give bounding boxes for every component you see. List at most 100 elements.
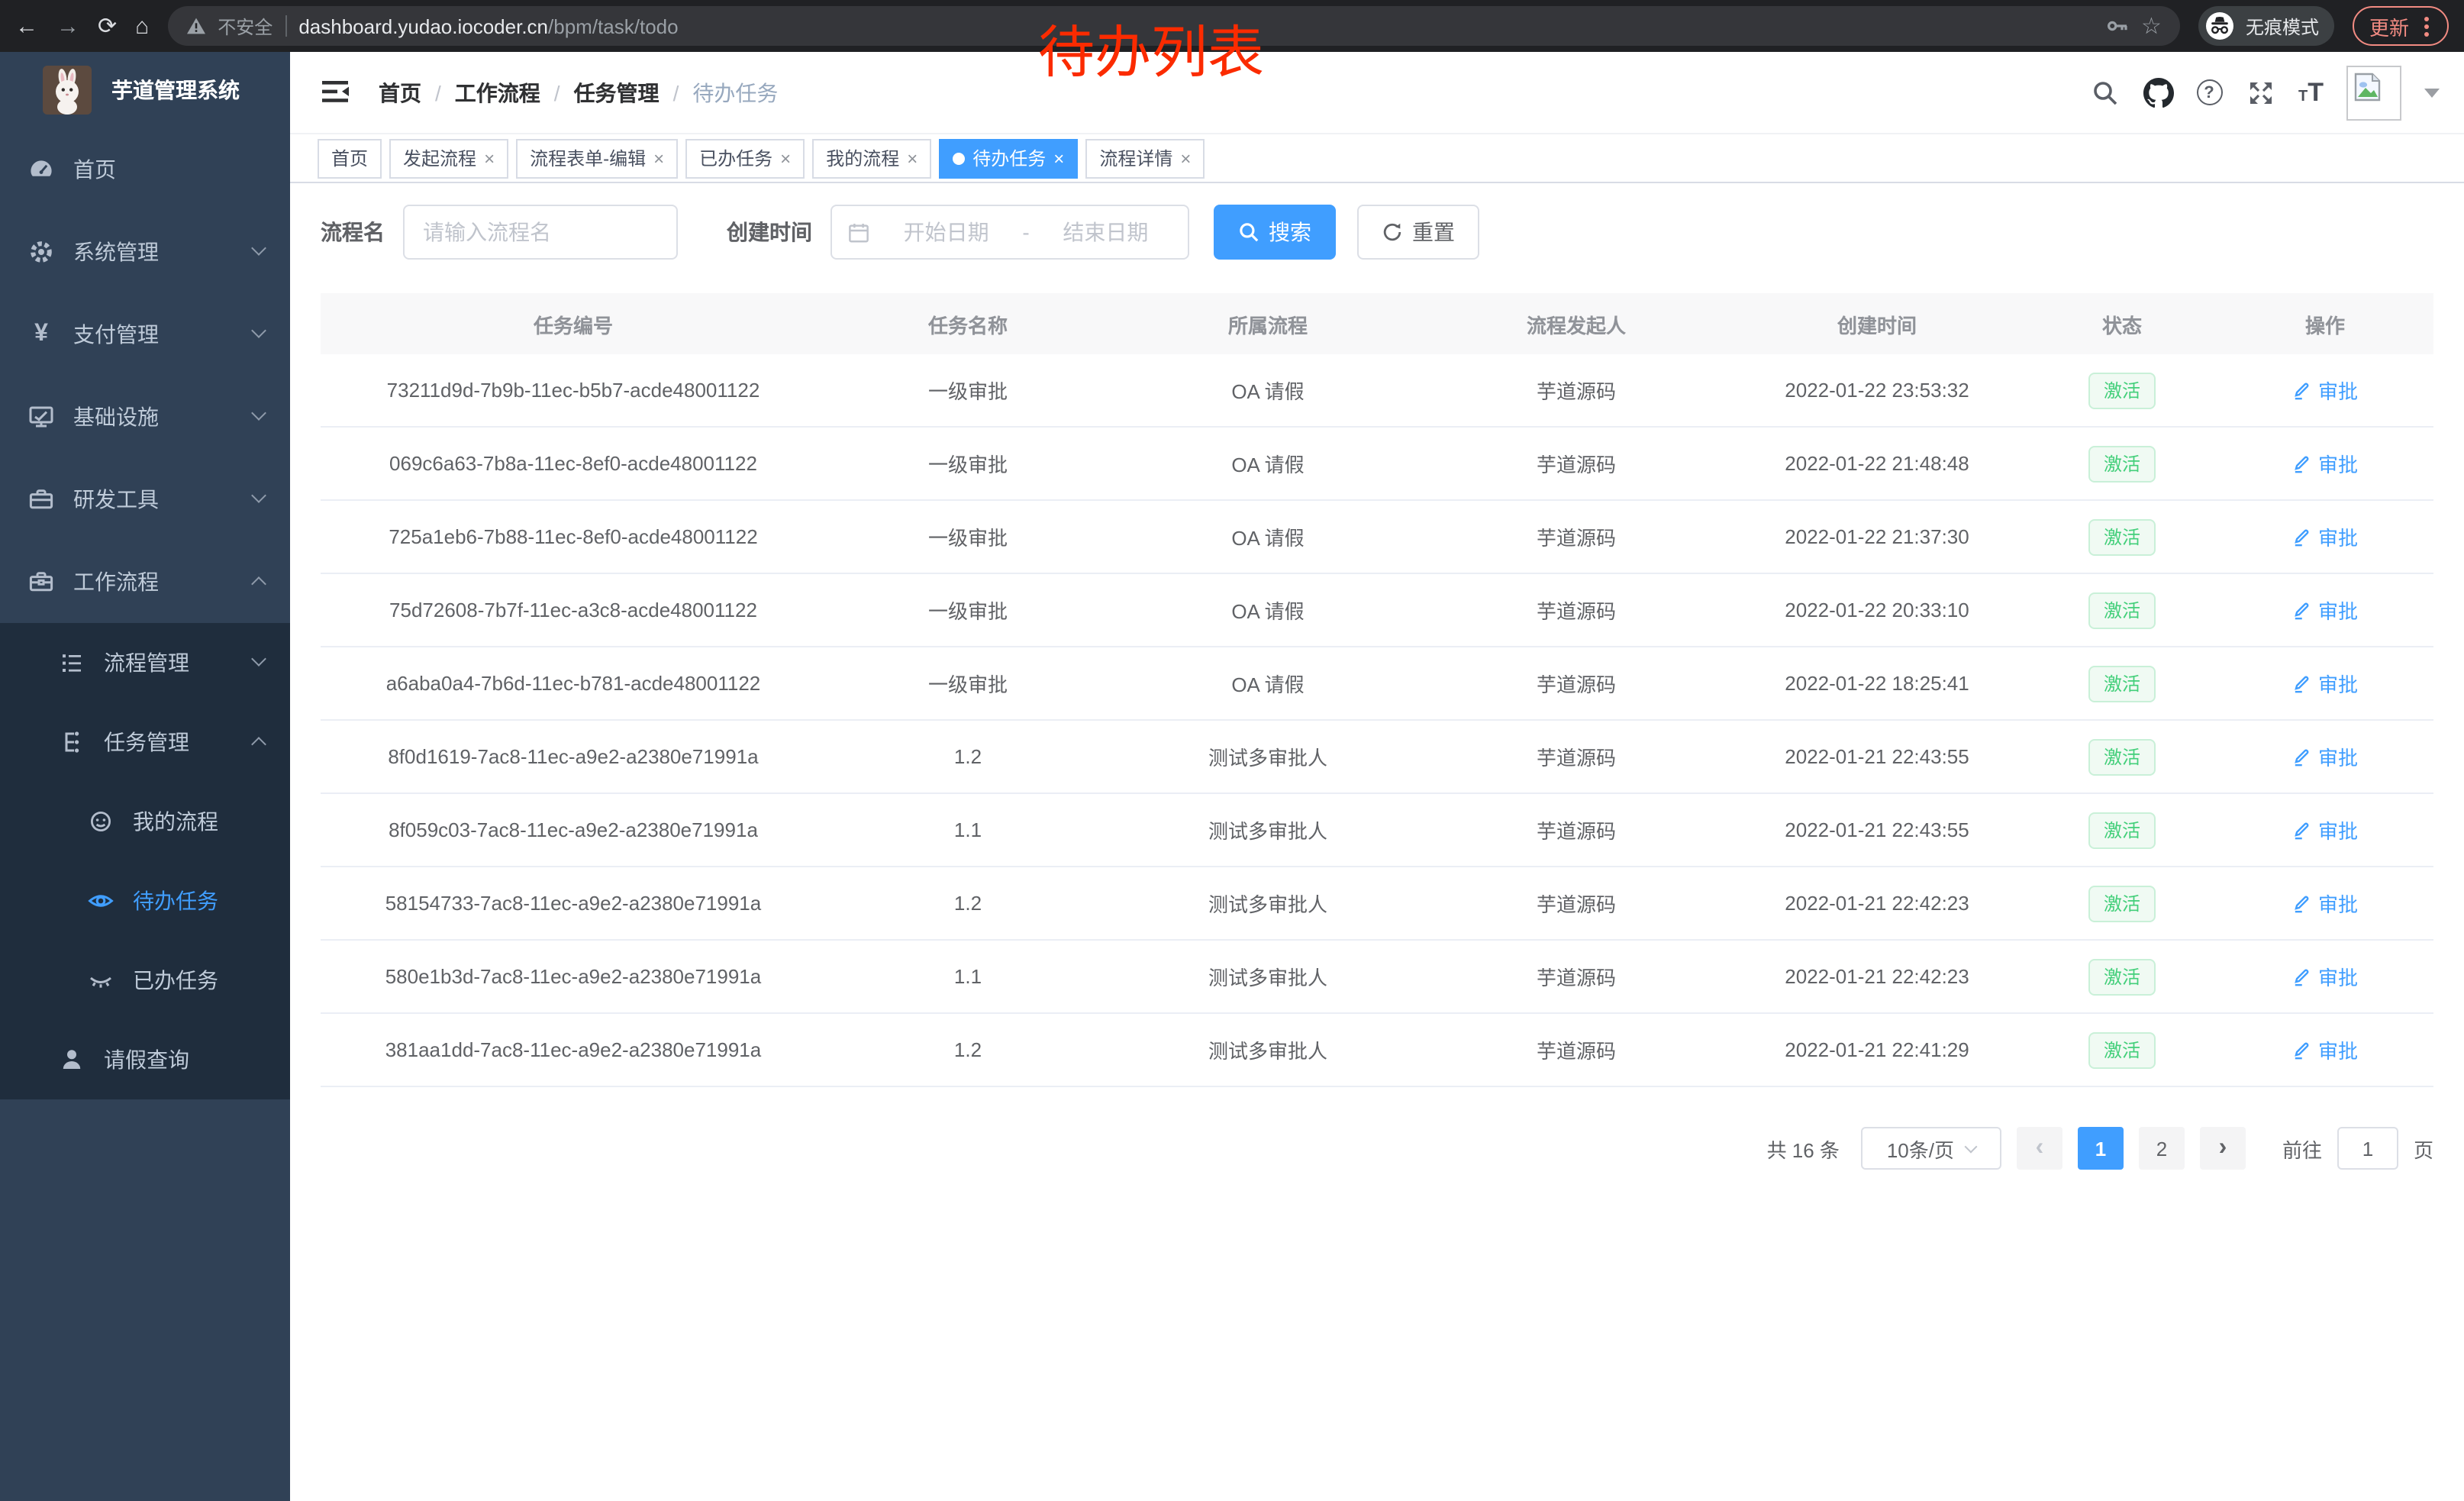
workflow-submenu: 流程管理 任务管理 <box>0 623 290 1099</box>
sidebar-item-done-tasks[interactable]: 已办任务 <box>0 941 290 1020</box>
active-tab-dot <box>953 152 965 164</box>
sidebar-item-task-management[interactable]: 任务管理 <box>0 702 290 782</box>
tab-home[interactable]: 首页 <box>318 138 382 178</box>
browser-back-icon[interactable]: ← <box>15 15 38 37</box>
app-logo[interactable]: 芋道管理系统 <box>0 52 290 128</box>
incognito-badge: 无痕模式 <box>2198 6 2334 46</box>
eye-open-icon <box>87 887 114 915</box>
sidebar-item-label: 支付管理 <box>73 319 159 350</box>
table-row: 8f059c03-7ac8-11ec-a9e2-a2380e71991a 1.1… <box>321 794 2433 867</box>
table-row: 73211d9d-7b9b-11ec-b5b7-acde48001122 一级审… <box>321 354 2433 428</box>
password-key-icon[interactable] <box>2104 14 2129 38</box>
search-button[interactable]: 搜索 <box>1214 205 1336 260</box>
sidebar-item-label: 基础设施 <box>73 402 159 432</box>
page-button-2[interactable]: 2 <box>2139 1127 2185 1170</box>
browser-reload-icon[interactable]: ⟳ <box>98 15 117 37</box>
tab-done-tasks[interactable]: 已办任务× <box>685 138 805 178</box>
app-title: 芋道管理系统 <box>111 75 240 105</box>
close-icon[interactable]: × <box>780 149 791 167</box>
sidebar-item-payment[interactable]: ¥ 支付管理 <box>0 293 290 376</box>
reset-button[interactable]: 重置 <box>1357 205 1479 260</box>
sidebar-item-infrastructure[interactable]: 基础设施 <box>0 376 290 458</box>
approve-link[interactable]: 审批 <box>2292 742 2358 771</box>
page-size-select[interactable]: 10条/页 <box>1861 1127 2001 1170</box>
pagination-total: 共 16 条 <box>1767 1134 1840 1163</box>
sidebar-item-leave-query[interactable]: 请假查询 <box>0 1020 290 1099</box>
tab-process-form-edit[interactable]: 流程表单-编辑× <box>516 138 678 178</box>
column-process: 所属流程 <box>1110 293 1426 354</box>
list-icon <box>58 649 85 676</box>
chevron-up-icon <box>251 737 266 752</box>
search-icon[interactable] <box>2089 77 2120 108</box>
close-icon[interactable]: × <box>907 149 918 167</box>
sidebar-item-system[interactable]: 系统管理 <box>0 211 290 293</box>
approve-link[interactable]: 审批 <box>2292 522 2358 551</box>
approve-link[interactable]: 审批 <box>2292 449 2358 478</box>
avatar[interactable] <box>2346 65 2401 120</box>
breadcrumb-home[interactable]: 首页 <box>379 77 421 108</box>
date-range-picker[interactable]: 开始日期 - 结束日期 <box>830 205 1189 260</box>
page-button-1[interactable]: 1 <box>2078 1127 2124 1170</box>
approve-link[interactable]: 审批 <box>2292 669 2358 698</box>
date-range-separator: - <box>1022 220 1029 244</box>
breadcrumb-separator: / <box>554 80 560 105</box>
sidebar-item-label: 待办任务 <box>133 886 218 916</box>
process-name-label: 流程名 <box>321 217 385 247</box>
table-row: 75d72608-7b7f-11ec-a3c8-acde48001122 一级审… <box>321 574 2433 647</box>
browser-menu-icon[interactable] <box>2424 24 2429 28</box>
next-page-button[interactable]: › <box>2200 1127 2246 1170</box>
insecure-warning-icon <box>185 17 205 35</box>
sidebar-toggle-icon[interactable] <box>321 77 351 108</box>
process-name-input[interactable] <box>403 205 678 260</box>
top-navbar: 首页 / 工作流程 / 任务管理 / 待办任务 <box>290 52 2464 134</box>
tab-todo-tasks[interactable]: 待办任务× <box>939 138 1078 178</box>
font-size-icon[interactable]: TT <box>2298 79 2324 105</box>
approve-link[interactable]: 审批 <box>2292 815 2358 844</box>
github-icon[interactable] <box>2143 77 2173 108</box>
sidebar-item-home[interactable]: 首页 <box>0 128 290 211</box>
tab-process-detail[interactable]: 流程详情× <box>1085 138 1205 178</box>
address-divider <box>285 15 286 37</box>
approve-link[interactable]: 审批 <box>2292 889 2358 918</box>
browser-update-button[interactable]: 更新 <box>2353 6 2449 46</box>
browser-home-icon[interactable]: ⌂ <box>135 15 149 37</box>
breadcrumb-current: 待办任务 <box>692 77 778 108</box>
approve-link[interactable]: 审批 <box>2292 376 2358 405</box>
approve-link[interactable]: 审批 <box>2292 962 2358 991</box>
prev-page-button[interactable]: ‹ <box>2017 1127 2062 1170</box>
column-actions: 操作 <box>2217 293 2433 354</box>
fullscreen-icon[interactable] <box>2245 77 2275 108</box>
status-badge: 激活 <box>2088 958 2156 995</box>
approve-link[interactable]: 审批 <box>2292 596 2358 625</box>
approve-link[interactable]: 审批 <box>2292 1035 2358 1064</box>
breadcrumb-workflow[interactable]: 工作流程 <box>455 77 540 108</box>
sidebar-item-workflow[interactable]: 工作流程 <box>0 541 290 623</box>
browser-address-bar[interactable]: 不安全 dashboard.yudao.iocoder.cn/bpm/task/… <box>167 6 2180 46</box>
goto-page-input[interactable] <box>2337 1127 2398 1170</box>
close-icon[interactable]: × <box>484 149 495 167</box>
tab-start-process[interactable]: 发起流程× <box>389 138 508 178</box>
browser-forward-icon[interactable]: → <box>56 15 79 37</box>
sidebar-item-process-management[interactable]: 流程管理 <box>0 623 290 702</box>
security-label[interactable]: 不安全 <box>218 13 273 39</box>
end-date-placeholder[interactable]: 结束日期 <box>1039 217 1172 247</box>
sidebar-item-todo-tasks[interactable]: 待办任务 <box>0 861 290 941</box>
breadcrumb-task-management[interactable]: 任务管理 <box>574 77 660 108</box>
chevron-down-icon <box>1965 1140 1978 1153</box>
user-face-icon <box>87 808 114 835</box>
sidebar-item-my-process[interactable]: 我的流程 <box>0 782 290 861</box>
avatar-dropdown-caret-icon[interactable] <box>2424 88 2440 97</box>
start-date-placeholder[interactable]: 开始日期 <box>879 217 1013 247</box>
status-badge: 激活 <box>2088 665 2156 702</box>
close-icon[interactable]: × <box>1053 149 1064 167</box>
table-row: 580e1b3d-7ac8-11ec-a9e2-a2380e71991a 1.1… <box>321 941 2433 1014</box>
breadcrumb-separator: / <box>435 80 441 105</box>
close-icon[interactable]: × <box>653 149 664 167</box>
bookmark-star-icon[interactable]: ☆ <box>2141 15 2162 37</box>
sidebar-item-dev-tools[interactable]: 研发工具 <box>0 458 290 541</box>
table-row: 58154733-7ac8-11ec-a9e2-a2380e71991a 1.2… <box>321 867 2433 941</box>
close-icon[interactable]: × <box>1180 149 1191 167</box>
breadcrumb-separator: / <box>673 80 679 105</box>
help-icon[interactable]: ? <box>2196 79 2222 105</box>
tab-my-process[interactable]: 我的流程× <box>812 138 931 178</box>
